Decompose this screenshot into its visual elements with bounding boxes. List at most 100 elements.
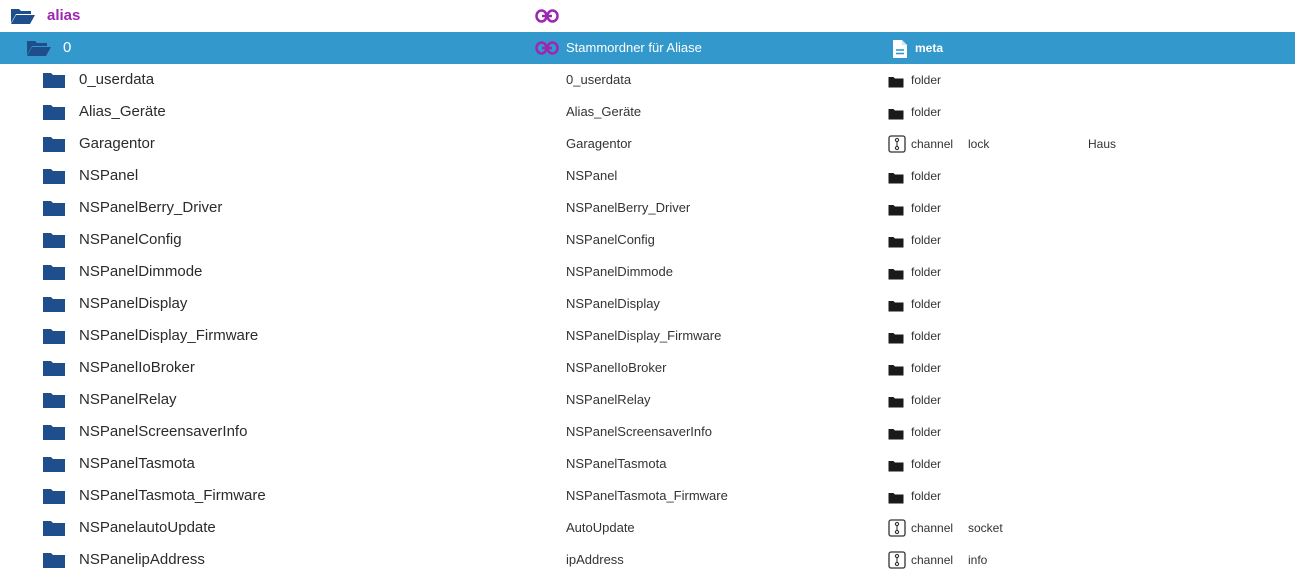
tree-item-type: folder bbox=[911, 393, 942, 407]
tree-item-type: folder bbox=[911, 457, 942, 471]
small-folder-icon bbox=[888, 299, 904, 317]
tree-item-type: meta bbox=[915, 41, 944, 55]
tree-row[interactable]: NSPanelBerry_Driver NSPanelBerry_Driver … bbox=[0, 192, 1295, 224]
tree-row[interactable]: NSPanelTasmota NSPanelTasmota folder bbox=[0, 448, 1295, 480]
folder-icon[interactable] bbox=[42, 391, 66, 409]
folder-icon[interactable] bbox=[42, 295, 66, 313]
tree-row[interactable]: NSPanelConfig NSPanelConfig folder bbox=[0, 224, 1295, 256]
folder-open-icon[interactable] bbox=[10, 7, 36, 25]
tree-item-type: folder bbox=[911, 233, 942, 247]
tree-item-name: Garagentor bbox=[79, 135, 155, 152]
tree-item-title: AutoUpdate bbox=[566, 520, 635, 535]
tree-row[interactable]: Alias_Geräte Alias_Geräte folder bbox=[0, 96, 1295, 128]
tree-item-name: NSPanelDisplay_Firmware bbox=[79, 327, 259, 344]
tree-item-type: channel bbox=[911, 553, 954, 567]
tree-item-title: ipAddress bbox=[566, 552, 624, 567]
small-folder-icon bbox=[888, 203, 904, 221]
small-folder-icon bbox=[888, 491, 904, 509]
tree-row[interactable]: NSPanel NSPanel folder bbox=[0, 160, 1295, 192]
tree-item-name: 0 bbox=[63, 39, 72, 56]
tree-item-type: folder bbox=[911, 201, 942, 215]
tree-item-title: NSPanelDimmode bbox=[566, 264, 673, 279]
folder-icon[interactable] bbox=[42, 423, 66, 441]
tree-row[interactable]: NSPanelDisplay_Firmware NSPanelDisplay_F… bbox=[0, 320, 1295, 352]
tree-item-name: Alias_Geräte bbox=[79, 103, 166, 120]
tree-row[interactable]: NSPanelDimmode NSPanelDimmode folder bbox=[0, 256, 1295, 288]
tree-row[interactable]: NSPanelTasmota_Firmware NSPanelTasmota_F… bbox=[0, 480, 1295, 512]
tree-item-type: channel bbox=[911, 521, 954, 535]
tree-item-name: 0_userdata bbox=[79, 71, 155, 88]
tree-item-title: NSPanelConfig bbox=[566, 232, 655, 247]
object-tree: alias 0 Stammordner für Aliase meta 0_us… bbox=[0, 0, 1295, 575]
tree-row-alias[interactable]: alias bbox=[0, 0, 1295, 32]
folder-icon[interactable] bbox=[42, 167, 66, 185]
tree-item-title: Garagentor bbox=[566, 136, 632, 151]
tree-item-name: NSPanelIoBroker bbox=[79, 359, 195, 376]
tree-item-type: folder bbox=[911, 73, 942, 87]
tree-item-name: NSPanelDisplay bbox=[79, 295, 188, 312]
tree-item-name: NSPanelDimmode bbox=[79, 263, 203, 280]
tree-item-name: NSPanelTasmota bbox=[79, 455, 195, 472]
tree-item-title: NSPanelBerry_Driver bbox=[566, 200, 691, 215]
small-folder-icon bbox=[888, 363, 904, 381]
tree-item-title: Alias_Geräte bbox=[566, 104, 642, 119]
folder-icon[interactable] bbox=[42, 551, 66, 569]
tree-item-title: NSPanelScreensaverInfo bbox=[566, 424, 712, 439]
tree-row-selected[interactable]: 0 Stammordner für Aliase meta bbox=[0, 32, 1295, 64]
tree-item-title: NSPanelTasmota_Firmware bbox=[566, 488, 728, 503]
small-folder-icon bbox=[888, 75, 904, 93]
folder-open-icon[interactable] bbox=[26, 39, 52, 57]
tree-item-name: NSPanelBerry_Driver bbox=[79, 199, 223, 216]
tree-row[interactable]: Garagentor Garagentor channel lock Haus bbox=[0, 128, 1295, 160]
small-folder-icon bbox=[888, 235, 904, 253]
tree-item-type: folder bbox=[911, 329, 942, 343]
tree-item-title: 0_userdata bbox=[566, 72, 632, 87]
tree-item-name: NSPanelipAddress bbox=[79, 551, 205, 568]
small-folder-icon bbox=[888, 459, 904, 477]
tree-item-title: NSPanelDisplay bbox=[566, 296, 660, 311]
tree-item-role: info bbox=[968, 553, 988, 567]
tree-row[interactable]: NSPanelIoBroker NSPanelIoBroker folder bbox=[0, 352, 1295, 384]
tree-item-type: folder bbox=[911, 425, 942, 439]
tree-row[interactable]: NSPanelipAddress ipAddress channel info bbox=[0, 544, 1295, 575]
tree-item-name: NSPanelRelay bbox=[79, 391, 177, 408]
tree-item-name: NSPanelTasmota_Firmware bbox=[79, 487, 266, 504]
folder-icon[interactable] bbox=[42, 359, 66, 377]
tree-row[interactable]: NSPanelDisplay NSPanelDisplay folder bbox=[0, 288, 1295, 320]
tree-item-role: lock bbox=[968, 137, 990, 151]
folder-icon[interactable] bbox=[42, 519, 66, 537]
tree-item-title: NSPanelIoBroker bbox=[566, 360, 667, 375]
folder-icon[interactable] bbox=[42, 71, 66, 89]
tree-item-name: NSPanelConfig bbox=[79, 231, 182, 248]
folder-icon[interactable] bbox=[42, 103, 66, 121]
tree-row[interactable]: NSPanelautoUpdate AutoUpdate channel soc… bbox=[0, 512, 1295, 544]
small-folder-icon bbox=[888, 331, 904, 349]
tree-item-type: folder bbox=[911, 489, 942, 503]
tree-item-title: NSPanelRelay bbox=[566, 392, 651, 407]
tree-row[interactable]: 0_userdata 0_userdata folder bbox=[0, 64, 1295, 96]
folder-icon[interactable] bbox=[42, 487, 66, 505]
tree-item-type: folder bbox=[911, 265, 942, 279]
folder-icon[interactable] bbox=[42, 327, 66, 345]
tree-item-title: NSPanel bbox=[566, 168, 618, 183]
tree-item-role: socket bbox=[968, 521, 1003, 535]
small-folder-icon bbox=[888, 267, 904, 285]
folder-icon[interactable] bbox=[42, 199, 66, 217]
tree-item-name: NSPanel bbox=[79, 167, 139, 184]
tree-item-type: channel bbox=[911, 137, 954, 151]
folder-icon[interactable] bbox=[42, 263, 66, 281]
tree-item-room: Haus bbox=[1088, 137, 1117, 151]
channel-icon bbox=[888, 519, 906, 542]
small-folder-icon bbox=[888, 107, 904, 125]
small-folder-icon bbox=[888, 427, 904, 445]
tree-item-name: NSPanelScreensaverInfo bbox=[79, 423, 248, 440]
tree-row[interactable]: NSPanelRelay NSPanelRelay folder bbox=[0, 384, 1295, 416]
channel-icon bbox=[888, 551, 906, 574]
folder-icon[interactable] bbox=[42, 455, 66, 473]
folder-icon[interactable] bbox=[42, 231, 66, 249]
small-folder-icon bbox=[888, 171, 904, 189]
channel-icon bbox=[888, 135, 906, 158]
tree-row[interactable]: NSPanelScreensaverInfo NSPanelScreensave… bbox=[0, 416, 1295, 448]
file-icon bbox=[892, 39, 908, 64]
folder-icon[interactable] bbox=[42, 135, 66, 153]
